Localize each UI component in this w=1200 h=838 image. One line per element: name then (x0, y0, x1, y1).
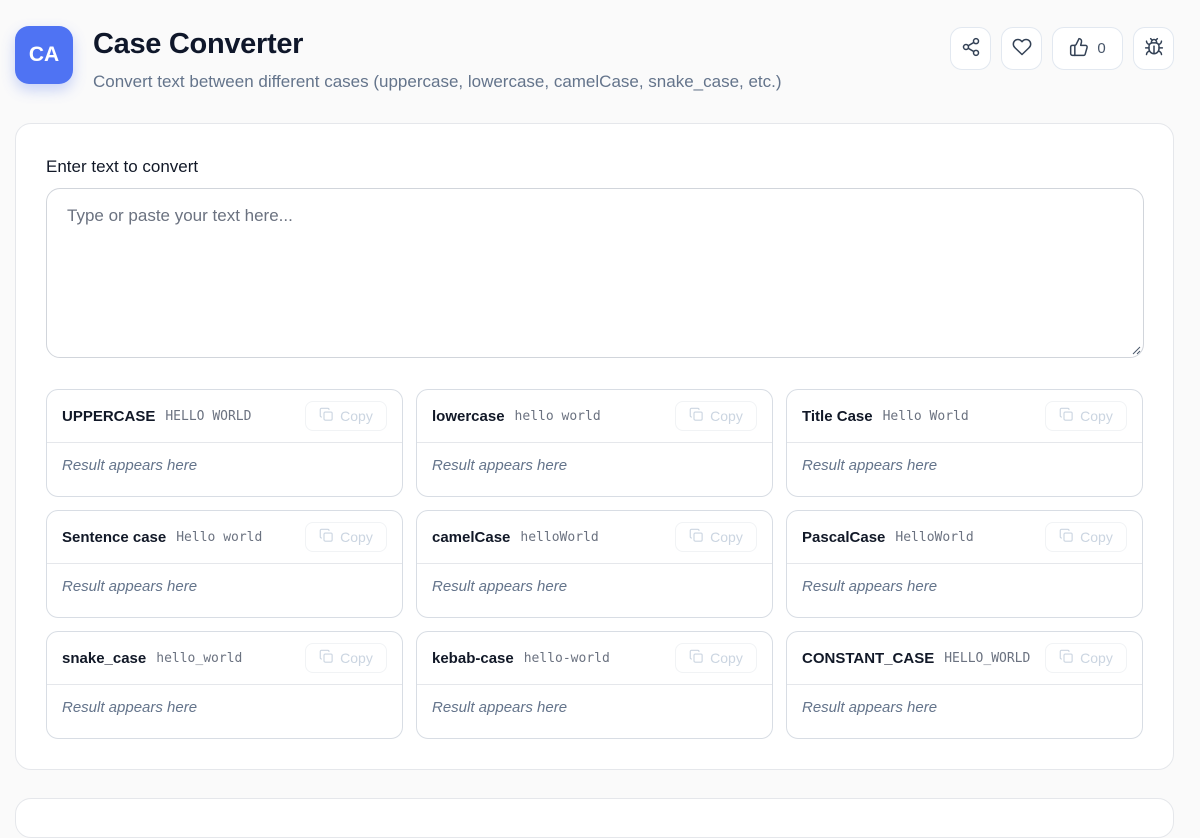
result-card-header: CONSTANT_CASE HELLO_WORLD Copy (787, 632, 1142, 685)
result-card-header: PascalCase HelloWorld Copy (787, 511, 1142, 564)
copy-icon (689, 649, 704, 667)
result-output: Result appears here (432, 699, 568, 716)
case-name: Sentence case (62, 528, 167, 546)
copy-button[interactable]: Copy (675, 643, 757, 673)
result-card-snake-case: snake_case hello_world Copy Result appea… (46, 631, 403, 739)
case-name: Title Case (802, 407, 873, 425)
input-label: Enter text to convert (46, 157, 199, 176)
result-card-header: Title Case Hello World Copy (787, 390, 1142, 443)
case-example: HELLO_WORLD (944, 650, 1031, 666)
case-name: PascalCase (802, 528, 886, 546)
case-example: helloWorld (520, 529, 599, 545)
result-card-kebab-case: kebab-case hello-world Copy Result appea… (416, 631, 773, 739)
copy-icon (1059, 528, 1074, 546)
result-output: Result appears here (62, 699, 198, 716)
bug-icon (1144, 37, 1164, 60)
result-output: Result appears here (62, 457, 198, 474)
result-card-constant-case: CONSTANT_CASE HELLO_WORLD Copy Result ap… (786, 631, 1143, 739)
copy-button[interactable]: Copy (675, 522, 757, 552)
case-name: camelCase (432, 528, 511, 546)
copy-button[interactable]: Copy (1045, 401, 1127, 431)
result-output: Result appears here (432, 578, 568, 595)
result-card-lowercase: lowercase hello world Copy Result appear… (416, 389, 773, 497)
result-output: Result appears here (802, 699, 938, 716)
copy-button[interactable]: Copy (305, 643, 387, 673)
copy-icon (319, 528, 334, 546)
result-card-sentence-case: Sentence case Hello world Copy Result ap… (46, 510, 403, 618)
copy-icon (319, 407, 334, 425)
copy-icon (689, 407, 704, 425)
text-input[interactable] (46, 188, 1144, 358)
copy-icon (1059, 407, 1074, 425)
share-button[interactable] (950, 27, 991, 70)
result-output: Result appears here (802, 457, 938, 474)
results-grid: UPPERCASE HELLO WORLD Copy Result appear… (46, 389, 1144, 739)
result-card-header: snake_case hello_world Copy (47, 632, 402, 685)
copy-label: Copy (1080, 408, 1113, 424)
copy-button[interactable]: Copy (1045, 522, 1127, 552)
copy-label: Copy (340, 408, 373, 424)
like-count: 0 (1097, 40, 1106, 57)
copy-label: Copy (710, 650, 743, 666)
copy-button[interactable]: Copy (305, 522, 387, 552)
case-example: Hello World (882, 408, 969, 424)
report-bug-button[interactable] (1133, 27, 1174, 70)
case-example: hello_world (156, 650, 243, 666)
like-button[interactable]: 0 (1052, 27, 1123, 70)
case-name: kebab-case (432, 649, 514, 667)
copy-label: Copy (1080, 650, 1113, 666)
case-name: lowercase (432, 407, 505, 425)
case-name: UPPERCASE (62, 407, 156, 425)
copy-icon (1059, 649, 1074, 667)
case-name: snake_case (62, 649, 147, 667)
copy-button[interactable]: Copy (675, 401, 757, 431)
page-subtitle: Convert text between different cases (up… (93, 72, 782, 91)
result-output: Result appears here (432, 457, 568, 474)
result-output: Result appears here (62, 578, 198, 595)
copy-label: Copy (1080, 529, 1113, 545)
copy-label: Copy (340, 529, 373, 545)
case-example: Hello world (176, 529, 263, 545)
copy-icon (319, 649, 334, 667)
case-example: HelloWorld (895, 529, 974, 545)
thumbs-up-icon (1069, 37, 1089, 60)
result-card-header: Sentence case Hello world Copy (47, 511, 402, 564)
favorite-button[interactable] (1001, 27, 1042, 70)
copy-button[interactable]: Copy (305, 401, 387, 431)
result-output: Result appears here (802, 578, 938, 595)
result-card-header: camelCase helloWorld Copy (417, 511, 772, 564)
result-card-pascalcase: PascalCase HelloWorld Copy Result appear… (786, 510, 1143, 618)
copy-label: Copy (710, 529, 743, 545)
app-icon: CA (15, 26, 73, 84)
result-card-uppercase: UPPERCASE HELLO WORLD Copy Result appear… (46, 389, 403, 497)
page-title: Case Converter (93, 28, 304, 60)
copy-icon (689, 528, 704, 546)
copy-label: Copy (710, 408, 743, 424)
copy-label: Copy (340, 650, 373, 666)
case-example: HELLO WORLD (165, 408, 252, 424)
case-name: CONSTANT_CASE (802, 649, 935, 667)
secondary-card (15, 798, 1174, 838)
share-icon (961, 37, 981, 60)
result-card-header: lowercase hello world Copy (417, 390, 772, 443)
resize-handle-icon[interactable] (1131, 345, 1141, 355)
result-card-camelcase: camelCase helloWorld Copy Result appears… (416, 510, 773, 618)
copy-button[interactable]: Copy (1045, 643, 1127, 673)
case-example: hello world (514, 408, 601, 424)
heart-icon (1012, 37, 1032, 60)
result-card-header: UPPERCASE HELLO WORLD Copy (47, 390, 402, 443)
result-card-title-case: Title Case Hello World Copy Result appea… (786, 389, 1143, 497)
converter-card: Enter text to convert UPPERCASE HELLO WO… (15, 123, 1174, 770)
case-example: hello-world (523, 650, 610, 666)
result-card-header: kebab-case hello-world Copy (417, 632, 772, 685)
